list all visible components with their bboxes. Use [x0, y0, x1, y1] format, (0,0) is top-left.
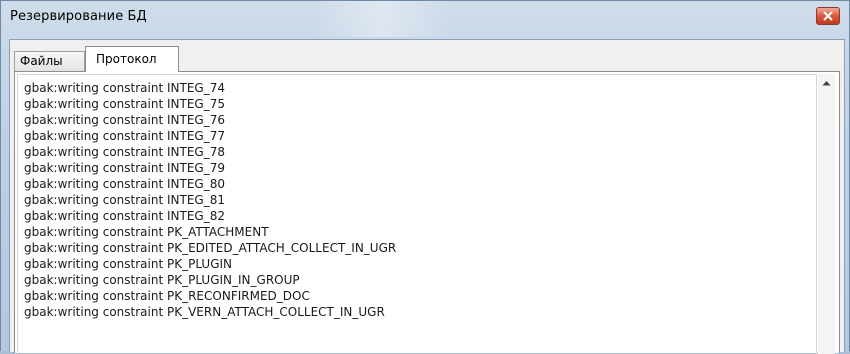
- dialog-client-area: Файлы Протокол gbak:writing constraint I…: [9, 39, 845, 354]
- tab-log[interactable]: Протокол: [85, 46, 179, 72]
- log-line: gbak:writing constraint PK_RECONFIRMED_D…: [24, 289, 310, 303]
- log-line: gbak:writing constraint INTEG_75: [24, 97, 225, 111]
- log-textarea[interactable]: gbak:writing constraint INTEG_74 gbak:wri…: [17, 74, 817, 354]
- close-icon: [823, 11, 833, 21]
- log-line: gbak:writing constraint INTEG_82: [24, 209, 225, 223]
- log-line: gbak:writing constraint INTEG_81: [24, 193, 225, 207]
- log-line: gbak:writing constraint INTEG_74: [24, 81, 225, 95]
- tab-files[interactable]: Файлы: [14, 51, 85, 71]
- title-bar-glass: [311, 1, 451, 37]
- scroll-up-arrow-icon: [822, 80, 831, 85]
- log-line: gbak:writing constraint INTEG_80: [24, 177, 225, 191]
- title-bar[interactable]: Резервирование БД: [1, 1, 849, 37]
- log-line: gbak:writing constraint PK_VERN_ATTACH_C…: [24, 305, 385, 319]
- log-line: gbak:writing constraint INTEG_78: [24, 145, 225, 159]
- log-line: gbak:writing constraint PK_EDITED_ATTACH…: [24, 241, 397, 255]
- log-line: gbak:writing constraint INTEG_77: [24, 129, 225, 143]
- vertical-scrollbar[interactable]: [818, 74, 835, 354]
- tab-panel-log: gbak:writing constraint INTEG_74 gbak:wri…: [14, 71, 840, 354]
- close-button[interactable]: [816, 7, 840, 25]
- log-line: gbak:writing constraint PK_ATTACHMENT: [24, 225, 269, 239]
- log-line: gbak:writing constraint INTEG_79: [24, 161, 225, 175]
- log-line: gbak:writing constraint INTEG_76: [24, 113, 225, 127]
- backup-db-window: Резервирование БД Файлы Протокол gbak:wr…: [0, 0, 850, 354]
- window-title: Резервирование БД: [10, 9, 147, 24]
- log-line: gbak:writing constraint PK_PLUGIN_IN_GRO…: [24, 273, 300, 287]
- log-line: gbak:writing constraint PK_PLUGIN: [24, 257, 233, 271]
- scroll-up-button[interactable]: [818, 74, 835, 91]
